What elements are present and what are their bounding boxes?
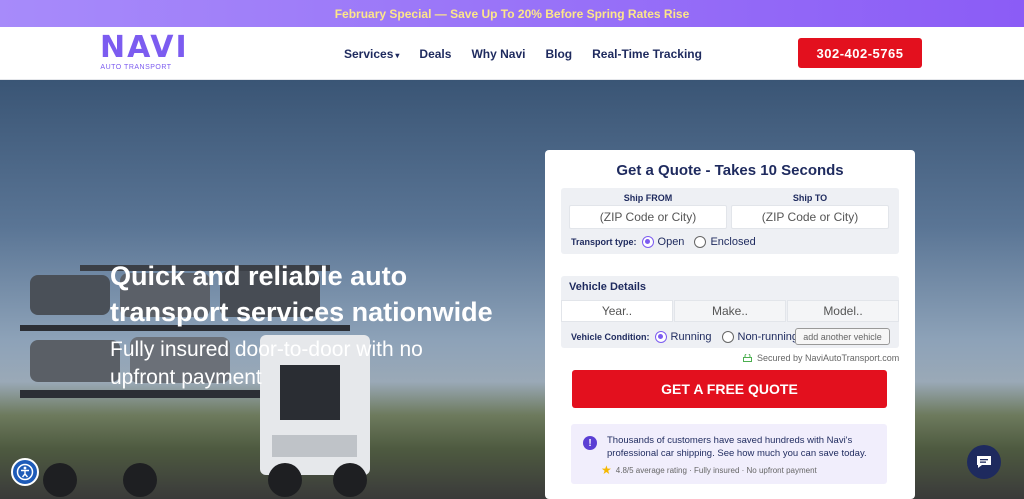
lock-icon (743, 354, 752, 362)
ship-to-label: Ship TO (792, 193, 828, 203)
secured-note: Secured by NaviAutoTransport.com (743, 353, 899, 363)
transport-type-group: Transport type: Open Enclosed (571, 236, 756, 248)
savings-text: Thousands of customers have saved hundre… (607, 435, 867, 459)
get-quote-button[interactable]: GET A FREE QUOTE (572, 370, 887, 408)
vehicle-details-title: Vehicle Details (569, 281, 647, 293)
vehicle-condition-label: Vehicle Condition: (571, 332, 650, 342)
rating-text: 4.8/5 average rating · Fully insured · N… (615, 465, 817, 475)
star-icon: ★ (601, 463, 612, 477)
ship-to-input[interactable] (731, 205, 889, 229)
ship-from-label: Ship FROM (623, 193, 673, 203)
vehicle-details: Vehicle Details Year.. Make.. Model.. Ve… (561, 276, 899, 348)
radio-enclosed-label: Enclosed (710, 236, 756, 248)
savings-info: ! Thousands of customers have saved hund… (571, 424, 887, 484)
logo[interactable]: NAVI AUTO TRANSPORT (100, 30, 189, 72)
secured-text: Secured by NaviAutoTransport.com (757, 353, 900, 363)
transport-type-label: Transport type: (571, 237, 637, 247)
logo-tagline: AUTO TRANSPORT (100, 64, 172, 71)
quote-form-title: Get a Quote - Takes 10 Seconds (616, 162, 844, 179)
phone-button[interactable]: 302-402-5765 (798, 38, 922, 68)
top-nav: NAVI AUTO TRANSPORT Services ▾ Deals Why … (0, 27, 1024, 80)
promo-banner[interactable]: February Special — Save Up To 20% Before… (0, 0, 1024, 27)
make-select[interactable]: Make.. (674, 300, 786, 322)
chat-bubble-icon (977, 456, 991, 468)
exclamation-icon: ! (583, 436, 597, 450)
quote-form: Get a Quote - Takes 10 Seconds Ship FROM… (545, 150, 915, 499)
model-select[interactable]: Model.. (787, 300, 899, 322)
nav-tracking[interactable]: Real-Time Tracking (592, 47, 702, 61)
nav-blog[interactable]: Blog (545, 47, 572, 61)
shipping-locations: Ship FROM Ship TO Transport type: Open E… (561, 188, 899, 254)
radio-enclosed[interactable] (694, 236, 707, 248)
radio-non-running-label: Non-running (737, 331, 799, 343)
year-select[interactable]: Year.. (561, 300, 673, 322)
nav-services-label: Services (344, 46, 394, 61)
main-menu: Services ▾ Deals Why Navi Blog Real-Time … (344, 27, 702, 80)
ship-from-input[interactable] (569, 205, 727, 229)
accessibility-button[interactable] (11, 458, 39, 486)
hero-subtitle: Fully insured door-to-door with no upfro… (110, 338, 423, 389)
add-vehicle-button[interactable]: add another vehicle (795, 328, 890, 345)
radio-running-label: Running (670, 331, 712, 343)
nav-services[interactable]: Services ▾ (344, 47, 399, 61)
radio-non-running[interactable] (721, 331, 734, 343)
chevron-down-icon: ▾ (395, 50, 400, 60)
nav-deals[interactable]: Deals (419, 47, 451, 61)
radio-open-label: Open (657, 236, 685, 248)
accessibility-icon (16, 463, 34, 481)
promo-text: February Special — Save Up To 20% Before… (334, 6, 690, 21)
vehicle-condition-group: Vehicle Condition: Running Non-running (571, 331, 798, 343)
hero-title: Quick and reliable auto transport servic… (110, 261, 493, 327)
rating-row: ★ 4.8/5 average rating · Fully insured ·… (601, 463, 817, 477)
radio-open[interactable] (641, 236, 654, 248)
logo-wordmark: NAVI (100, 30, 189, 65)
chat-button[interactable] (967, 445, 1001, 479)
radio-running[interactable] (654, 331, 667, 343)
nav-why-navi[interactable]: Why Navi (471, 47, 525, 61)
